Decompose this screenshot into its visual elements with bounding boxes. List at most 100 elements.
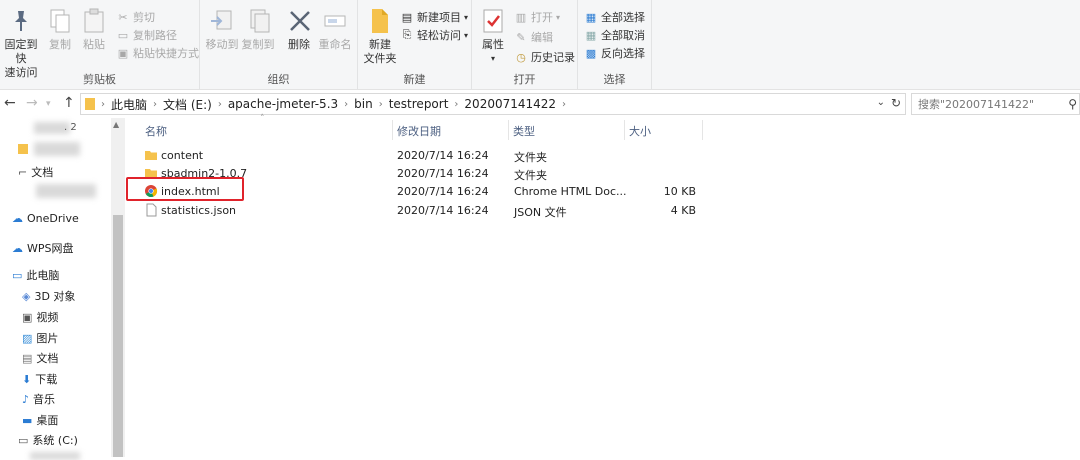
easy-access-icon: ⎘ [402, 28, 412, 41]
nav-item-pictures[interactable]: ▨ 图片 [22, 330, 58, 346]
open-button[interactable]: ▥ 打开 ▾ [514, 8, 560, 26]
back-arrow-icon[interactable]: ← [4, 95, 16, 111]
breadcrumb-item[interactable]: 文档 (E:) [163, 96, 212, 113]
copy-button[interactable]: 复制 [44, 6, 76, 52]
column-divider[interactable] [624, 120, 625, 140]
up-arrow-icon[interactable]: ↑ [63, 95, 75, 111]
invert-selection-button[interactable]: ▩ 反向选择 [584, 44, 645, 62]
open-icon: ▥ [515, 10, 527, 24]
column-divider[interactable] [508, 120, 509, 140]
breadcrumb-item[interactable]: 此电脑 [111, 96, 147, 113]
scroll-up-icon[interactable]: ▲ [113, 120, 119, 129]
breadcrumb-item[interactable]: bin [354, 97, 373, 111]
new-item-label: 新建项目 [417, 11, 461, 24]
move-to-button[interactable]: 移动到 [204, 6, 240, 52]
blurred-item [36, 184, 96, 198]
paste-label: 粘贴 [83, 38, 105, 51]
properties-button[interactable]: 属性 ▾ [476, 6, 510, 66]
nav-label: 视频 [36, 311, 59, 324]
copy-to-button[interactable]: 复制到 [240, 6, 276, 52]
properties-icon [477, 6, 509, 36]
column-header-name[interactable]: 名称 [145, 123, 167, 139]
nav-item-onedrive[interactable]: ☁ OneDrive [12, 212, 79, 225]
file-icon [144, 203, 158, 217]
column-header-type[interactable]: 类型 [513, 123, 535, 139]
nav-item-3d-objects[interactable]: ◈ 3D 对象 [22, 288, 75, 304]
new-folder-label-1: 新建 [369, 38, 391, 51]
column-divider[interactable] [702, 120, 703, 140]
nav-item-desktop[interactable]: ▬ 桌面 [22, 412, 58, 428]
breadcrumb-item[interactable]: testreport [389, 97, 449, 111]
column-header-date[interactable]: 修改日期 [397, 123, 441, 139]
file-type: 文件夹 [514, 169, 547, 182]
rename-button[interactable]: 重命名 [316, 6, 354, 52]
paste-shortcut-icon: ▣ [117, 46, 129, 60]
address-row: ← → ▾ ↑ › 此电脑 › 文档 (E:) › apache-jmeter-… [0, 92, 1080, 116]
nav-label: WPS网盘 [27, 242, 74, 255]
file-date: 2020/7/14 16:24 [397, 167, 489, 180]
paste-shortcut-button[interactable]: ▣ 粘贴快捷方式 [116, 44, 199, 62]
file-row[interactable]: content 2020/7/14 16:24 文件夹 [130, 147, 730, 165]
folder-icon [85, 98, 95, 110]
file-type: Chrome HTML Doc... [514, 185, 627, 198]
pin-quick-access-button[interactable]: 固定到快 速访问 [0, 6, 42, 80]
nav-label: 此电脑 [26, 269, 60, 282]
refresh-icon[interactable]: ↻ [891, 96, 901, 110]
breadcrumb-item[interactable]: apache-jmeter-5.3 [228, 97, 338, 111]
rename-icon [319, 6, 351, 36]
select-all-button[interactable]: ▦ 全部选择 [584, 8, 645, 26]
address-dropdown-icon[interactable]: ⌄ [877, 97, 885, 108]
column-divider[interactable] [392, 120, 393, 140]
delete-button[interactable]: 删除 [284, 6, 314, 52]
chevron-down-icon: ▾ [490, 54, 495, 63]
search-input[interactable]: 搜索"202007141422" ⚲ [911, 93, 1080, 115]
nav-item-documents-quick[interactable]: ⌐ 文档 [18, 164, 53, 180]
easy-access-button[interactable]: ⎘ 轻松访问 ▾ [400, 26, 468, 44]
music-icon: ♪ [22, 392, 30, 406]
column-header-size[interactable]: 大小 [629, 123, 651, 139]
nav-item-system-c[interactable]: ▭ 系统 (C:) [18, 432, 78, 448]
nav-item-this-pc[interactable]: ▭ 此电脑 [12, 267, 59, 283]
recent-chevron-icon[interactable]: ▾ [46, 99, 51, 109]
search-icon[interactable]: ⚲ [1068, 97, 1077, 111]
cube-icon: ◈ [22, 289, 31, 303]
group-label-organize: 组织 [267, 73, 290, 86]
new-folder-label-2: 文件夹 [363, 52, 397, 65]
select-none-button[interactable]: ▦ 全部取消 [584, 26, 645, 44]
copy-path-label: 复制路径 [133, 29, 177, 42]
group-label-open: 打开 [513, 73, 536, 86]
new-folder-button[interactable]: 新建 文件夹 [362, 6, 398, 66]
nav-item-documents[interactable]: ▤ 文档 [22, 350, 58, 366]
nav-label: 文档 [31, 166, 54, 179]
new-item-button[interactable]: ▤ 新建项目 ▾ [400, 8, 468, 26]
copy-to-label: 复制到 [241, 38, 275, 51]
video-icon: ▣ [22, 310, 33, 324]
easy-access-label: 轻松访问 [417, 29, 461, 42]
nav-label: 文档 [36, 352, 59, 365]
nav-item-downloads[interactable]: ⬇ 下载 [22, 371, 57, 387]
delete-x-icon [284, 6, 316, 36]
file-date: 2020/7/14 16:24 [397, 185, 489, 198]
cut-button[interactable]: ✂ 剪切 [116, 8, 155, 26]
breadcrumb-item[interactable]: 202007141422 [464, 97, 556, 111]
file-name: statistics.json [161, 204, 237, 217]
file-row[interactable]: statistics.json 2020/7/14 16:24 JSON 文件 4 K… [130, 202, 730, 220]
history-label: 历史记录 [531, 51, 575, 64]
paste-button[interactable]: 粘贴 [78, 6, 110, 52]
address-bar[interactable]: › 此电脑 › 文档 (E:) › apache-jmeter-5.3 › bi… [80, 93, 906, 115]
blurred-item [30, 452, 80, 460]
folder-icon [144, 148, 158, 162]
invert-selection-icon: ▩ [585, 46, 597, 60]
ribbon-group-new: 新建 文件夹 ▤ 新建项目 ▾ ⎘ 轻松访问 ▾ 新建 [358, 0, 472, 90]
ribbon-group-organize: 移动到 复制到 删除 重命名 组织 [200, 0, 358, 90]
nav-item-wps[interactable]: ☁ WPS网盘 [12, 240, 74, 256]
forward-arrow-icon[interactable]: → [26, 95, 38, 111]
nav-item-videos[interactable]: ▣ 视频 [22, 309, 58, 325]
copy-path-button[interactable]: ▭ 复制路径 [116, 26, 177, 44]
computer-icon: ▭ [12, 268, 23, 282]
nav-scrollbar-thumb[interactable] [113, 215, 123, 457]
history-button[interactable]: ◷ 历史记录 [514, 48, 575, 66]
nav-item-music[interactable]: ♪ 音乐 [22, 391, 55, 407]
chevron-right-icon: › [562, 98, 567, 110]
edit-button[interactable]: ✎ 编辑 [514, 28, 553, 46]
